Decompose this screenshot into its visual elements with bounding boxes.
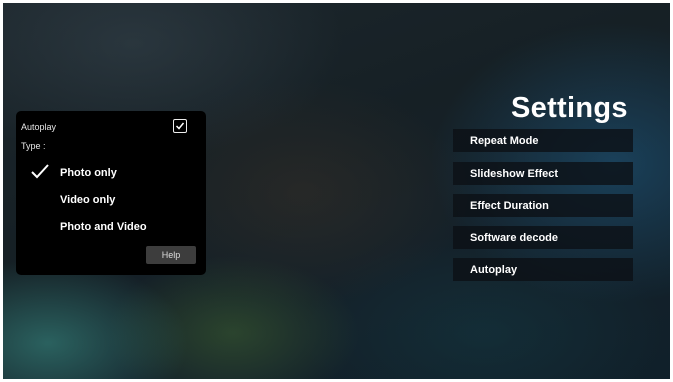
option-photo-and-video[interactable]: Photo and Video bbox=[60, 221, 147, 233]
menu-item-effect-duration[interactable]: Effect Duration bbox=[453, 194, 633, 217]
option-video-only[interactable]: Video only bbox=[60, 194, 115, 206]
menu-item-slideshow-effect[interactable]: Slideshow Effect bbox=[453, 162, 633, 185]
autoplay-options-panel: Autoplay Type : Photo only Video only Ph… bbox=[16, 111, 206, 275]
autoplay-checkbox[interactable] bbox=[173, 119, 187, 133]
checkmark-icon bbox=[175, 122, 185, 130]
selected-check-icon bbox=[31, 164, 49, 179]
menu-item-software-decode[interactable]: Software decode bbox=[453, 226, 633, 249]
option-photo-only[interactable]: Photo only bbox=[60, 167, 117, 179]
screen-background: Autoplay Type : Photo only Video only Ph… bbox=[3, 3, 670, 379]
help-button[interactable]: Help bbox=[146, 246, 196, 264]
type-label: Type : bbox=[21, 141, 46, 151]
autoplay-label: Autoplay bbox=[21, 122, 57, 132]
menu-item-autoplay[interactable]: Autoplay bbox=[453, 258, 633, 281]
menu-item-repeat-mode[interactable]: Repeat Mode bbox=[453, 129, 633, 152]
page-title: Settings bbox=[511, 92, 628, 124]
